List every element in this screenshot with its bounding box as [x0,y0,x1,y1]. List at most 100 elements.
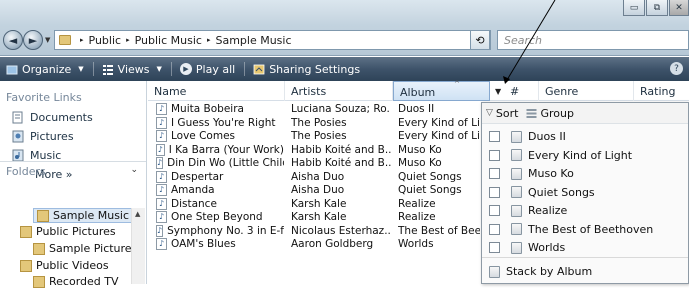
cell-name: ♪ Din Din Wo (Little Child) [156,157,284,169]
column-label: # [510,85,520,98]
tree-item-sample-pictures[interactable]: Sample Pictures [33,242,137,255]
filter-checkbox[interactable] [489,168,500,179]
help-icon[interactable]: ? [670,62,683,75]
stack-by-album-option[interactable]: Stack by Album [482,262,688,281]
cell-album: Every Kind of Light [398,116,480,129]
folder-icon [37,209,49,222]
music-file-icon: ♪ [156,238,167,250]
favorite-documents[interactable]: Documents [12,111,93,124]
breadcrumb-separator[interactable]: ▸ [207,36,211,44]
breadcrumb-separator[interactable]: ▸ [126,36,130,44]
stack-icon [489,265,500,278]
album-filter-item[interactable]: The Best of Beethoven [482,220,688,239]
group-option[interactable]: Group [526,107,574,120]
cell-artists: Nicolaus Esterhaz... [291,224,391,237]
favorite-pictures[interactable]: Pictures [12,130,74,143]
tree-label: Recorded TV [49,275,119,288]
tree-label: Sample Music [53,209,130,222]
tree-item-public-pictures[interactable]: Public Pictures [20,225,116,238]
cell-album: The Best of Beethoven [398,224,480,237]
cell-album: Every Kind of Light [398,130,480,142]
organize-button[interactable]: Organize ▼ [0,63,91,76]
breadcrumb-public-music[interactable]: Public Music [135,34,202,47]
play-all-button[interactable]: ▶ Play all [174,63,242,76]
cell-artists: The Posies [291,116,347,129]
column-filter-dropdown[interactable]: ▼ [495,87,501,96]
filter-checkbox[interactable] [489,149,500,161]
breadcrumb-public[interactable]: Public [89,34,122,47]
breadcrumb-separator[interactable]: ▸ [80,36,84,44]
back-button[interactable]: ◄ [3,30,23,50]
sort-option[interactable]: ▽ Sort [482,107,518,120]
group-icon [526,108,537,118]
filter-checkbox[interactable] [489,223,500,235]
tree-item-public-videos[interactable]: Public Videos [20,259,109,272]
music-file-icon: ♪ [156,103,167,115]
filter-checkbox[interactable] [489,131,500,142]
command-bar: Organize ▼ Views ▼ ▶ Play all Sharing Se… [0,57,689,81]
back-arrow-icon: ◄ [8,33,18,47]
cell-album: Realize [398,197,436,210]
sort-icon: ▽ [486,108,493,118]
stack-icon [511,223,522,235]
folder-icon [59,35,71,45]
chevron-down-icon: ▼ [78,65,84,73]
stack-icon [511,204,522,217]
album-filter-item[interactable]: Duos II [482,127,688,146]
album-filter-item[interactable]: Realize [482,201,688,220]
column-label: Album [400,86,436,99]
filter-checkbox[interactable] [489,242,500,253]
folders-header[interactable]: Folders ⌄ [0,161,146,181]
column-header-artists[interactable]: Artists [285,81,393,101]
tree-item-recorded-tv[interactable]: Recorded TV [33,275,119,288]
stack-icon [511,241,522,254]
breadcrumb-sample-music[interactable]: Sample Music [215,34,291,47]
album-filter-item[interactable]: Quiet Songs [482,183,688,202]
cell-name: ♪ Amanda [156,184,284,196]
album-filter-item[interactable]: Worlds [482,238,688,257]
cell-name: ♪ Despertar [156,170,284,183]
column-label: Rating [640,85,676,98]
cell-album: Realize [398,211,436,223]
stack-label: Stack by Album [506,265,593,278]
column-header-rating[interactable]: Rating [634,81,689,101]
maximize-button[interactable]: ⧉ [646,0,668,16]
cell-album: Muso Ko [398,143,442,156]
close-button[interactable]: ✕ [669,0,689,16]
sort-label: Sort [495,106,519,120]
address-bar[interactable]: ▸ Public ▸ Public Music ▸ Sample Music ▼ [54,30,491,50]
scroll-up-icon[interactable]: ▲ [135,210,140,218]
album-label: Quiet Songs [528,185,595,199]
stack-icon [511,130,522,143]
folders-scrollbar[interactable]: ▲ [131,208,145,284]
track-name: Amanda [171,184,215,196]
search-input[interactable]: Search [497,30,689,50]
track-name: Distance [171,197,217,210]
tree-item-sample-music[interactable]: Sample Music [33,208,134,223]
album-filter-item[interactable]: Every Kind of Light [482,146,688,165]
sharing-settings-button[interactable]: Sharing Settings [247,63,367,76]
toolbar-divider [244,62,246,76]
album-label: Duos II [528,130,566,143]
minimize-button[interactable]: ▭ [623,0,645,16]
album-label: Worlds [528,241,566,254]
cell-artists: Karsh Kale [291,211,347,223]
filter-checkbox[interactable] [489,205,500,216]
column-header-name[interactable]: Name [148,81,285,101]
cell-artists: Habib Koité and B... [291,143,391,156]
album-filter-item[interactable]: Muso Ko [482,164,688,183]
track-name: Love Comes [171,130,236,142]
album-label: Muso Ko [528,167,574,180]
column-header-album[interactable]: Album ^ [393,80,490,101]
column-header-genre[interactable]: Genre [539,81,634,101]
refresh-button[interactable]: ⟲ [470,30,490,50]
forward-button[interactable]: ► [23,30,43,50]
filter-checkbox[interactable] [489,186,500,198]
views-button[interactable]: Views ▼ [96,63,169,76]
column-header-number[interactable]: # [504,81,539,101]
track-name: Symphony No. 3 in E-f... [167,224,284,237]
cell-album: Quiet Songs [398,170,462,183]
recent-pages-button[interactable]: ▼ [45,36,50,44]
favorite-label: Documents [30,111,93,124]
cell-name: ♪ Love Comes [156,130,284,142]
